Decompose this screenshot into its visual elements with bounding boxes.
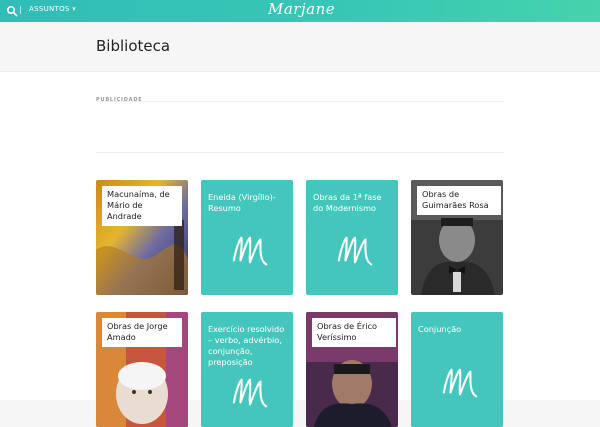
book-title: Conjunção	[418, 324, 462, 334]
page-title: Biblioteca	[96, 37, 171, 55]
book-title: Eneida (Virgílio)- Resumo	[208, 192, 276, 213]
marjane-logo-mark-icon	[232, 378, 268, 408]
book-card-eneida[interactable]: Eneida (Virgílio)- Resumo	[201, 180, 293, 295]
book-title: Obras de Érico Veríssimo	[312, 318, 396, 347]
book-title: Obras de Jorge Amado	[102, 318, 182, 347]
ad-divider-bottom	[96, 152, 504, 153]
book-card-modernismo[interactable]: Obras da 1ª fase do Modernismo	[306, 180, 398, 295]
top-navigation-bar: | ASSUNTOS ▾ Marjane	[0, 0, 600, 22]
book-card-guimaraes-rosa[interactable]: Obras de Guimarães Rosa	[411, 180, 503, 295]
book-card-conjuncao[interactable]: Conjunção	[411, 312, 503, 427]
book-title: Macunaíma, de Mário de Andrade	[102, 186, 182, 226]
marjane-logo-mark-icon	[337, 236, 373, 266]
book-title: Exercício resolvido – verbo, advérbio, c…	[208, 324, 285, 367]
nav-separator: |	[19, 5, 22, 14]
ad-divider-top	[96, 101, 504, 102]
main-content: PUBLICIDADE Macunaíma, de Mário de Andra…	[0, 72, 600, 427]
book-card-exercicio-resolvido[interactable]: Exercício resolvido – verbo, advérbio, c…	[201, 312, 293, 427]
site-logo[interactable]: Marjane	[268, 0, 335, 18]
book-card-macunaima[interactable]: Macunaíma, de Mário de Andrade	[96, 180, 188, 295]
subjects-menu[interactable]: ASSUNTOS ▾	[29, 5, 76, 13]
book-title: Obras da 1ª fase do Modernismo	[313, 192, 382, 213]
marjane-logo-mark-icon	[232, 236, 268, 266]
marjane-logo-mark-icon	[442, 368, 478, 398]
book-title: Obras de Guimarães Rosa	[417, 186, 501, 215]
search-icon[interactable]	[6, 5, 18, 17]
book-card-erico-verissimo[interactable]: Obras de Érico Veríssimo	[306, 312, 398, 427]
page-header: Biblioteca	[0, 22, 600, 72]
book-card-jorge-amado[interactable]: Obras de Jorge Amado	[96, 312, 188, 427]
ad-label: PUBLICIDADE	[96, 97, 143, 103]
